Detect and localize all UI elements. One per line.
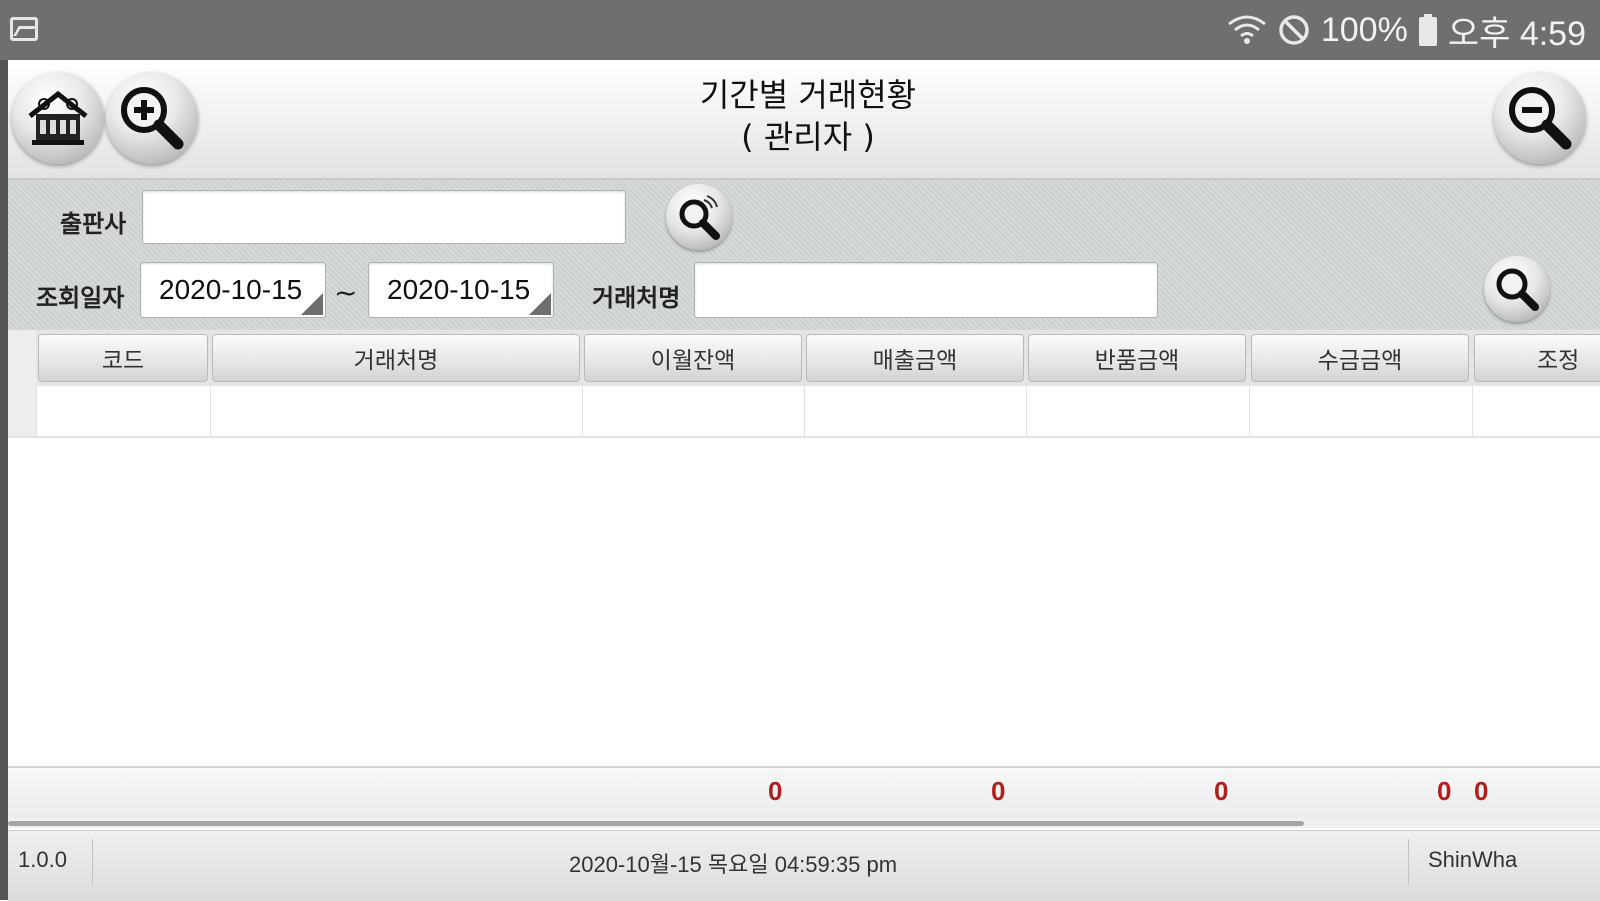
page-title: 기간별 거래현황 ( 관리자 ) <box>608 74 1008 158</box>
total-adjustment: 0 <box>1474 776 1489 806</box>
home-button[interactable] <box>12 72 104 164</box>
date-range-separator: ~ <box>334 276 358 309</box>
cell-divider <box>36 386 37 436</box>
search-icon <box>1496 268 1539 311</box>
zoom-out-button[interactable] <box>1494 72 1586 164</box>
cell-divider <box>210 386 211 436</box>
search-icon <box>679 195 720 240</box>
home-icon <box>28 90 88 145</box>
total-returns: 0 <box>1214 776 1229 806</box>
footer-divider <box>1408 839 1409 885</box>
cell-divider <box>804 386 805 436</box>
column-header-client-name[interactable]: 거래처명 <box>212 334 580 382</box>
battery-icon <box>1418 14 1437 46</box>
battery-percent: 100% <box>1320 10 1408 49</box>
search-button[interactable] <box>1484 256 1550 322</box>
date-from-picker[interactable]: 2020-10-15 <box>140 262 326 318</box>
search-panel: 출판사 조회일자 2020-10-15 ~ 2020-10-15 거래처명 <box>8 180 1600 330</box>
row-header-stub <box>8 386 36 436</box>
current-datetime: 2020-10월-15 목요일 04:59:35 pm <box>568 852 898 877</box>
app-header: 기간별 거래현황 ( 관리자 ) <box>8 60 1600 180</box>
horizontal-scrollbar[interactable] <box>8 818 1600 828</box>
column-header-adjustment[interactable]: 조정 <box>1474 334 1600 382</box>
column-header-collections[interactable]: 수금금액 <box>1251 334 1469 382</box>
client-name-input[interactable] <box>694 262 1158 318</box>
cell-divider <box>1249 386 1250 436</box>
totals-bar: 0 0 0 0 0 <box>8 766 1600 818</box>
client-name-label: 거래처명 <box>592 284 681 312</box>
zoom-in-button[interactable] <box>106 72 198 164</box>
column-header-sales[interactable]: 매출금액 <box>806 334 1024 382</box>
total-collections: 0 <box>1437 776 1452 806</box>
publisher-input[interactable] <box>142 190 626 244</box>
total-carryover: 0 <box>768 776 783 806</box>
status-bar: 100% 오후 4:59 <box>0 0 1600 60</box>
cell-divider <box>582 386 583 436</box>
grid-body <box>8 386 1600 766</box>
row-header-stub <box>8 330 36 386</box>
scrollbar-thumb[interactable] <box>8 821 1304 826</box>
total-sales: 0 <box>991 776 1006 806</box>
column-header-returns[interactable]: 반품금액 <box>1028 334 1246 382</box>
column-header-code[interactable]: 코드 <box>38 334 208 382</box>
date-from-value: 2020-10-15 <box>159 274 303 305</box>
column-header-carryover[interactable]: 이월잔액 <box>584 334 802 382</box>
status-indicators: 100% 오후 4:59 <box>1227 8 1586 53</box>
zoom-in-icon <box>121 87 184 150</box>
date-to-picker[interactable]: 2020-10-15 <box>368 262 554 318</box>
publisher-label: 출판사 <box>60 210 127 238</box>
grid-header: 코드 거래처명 이월잔액 매출금액 반품금액 수금금액 조정 <box>8 330 1600 386</box>
window-edge <box>0 60 8 900</box>
footer: 1.0.0 2020-10월-15 목요일 04:59:35 pm ShinWh… <box>8 830 1600 901</box>
table-row[interactable] <box>8 386 1600 438</box>
company-name: ShinWha <box>1428 847 1518 872</box>
zoom-out-icon <box>1509 87 1572 150</box>
page-title-main: 기간별 거래현황 <box>699 76 917 114</box>
cell-divider <box>1026 386 1027 436</box>
date-label: 조회일자 <box>36 284 125 312</box>
gallery-icon <box>10 17 38 41</box>
publisher-search-button[interactable] <box>666 184 732 250</box>
wifi-icon <box>1227 15 1266 44</box>
cell-divider <box>1472 386 1473 436</box>
page-title-sub: ( 관리자 ) <box>741 118 875 156</box>
date-to-value: 2020-10-15 <box>387 274 531 305</box>
do-not-disturb-icon <box>1279 15 1309 45</box>
clock: 오후 4:59 <box>1447 14 1586 53</box>
